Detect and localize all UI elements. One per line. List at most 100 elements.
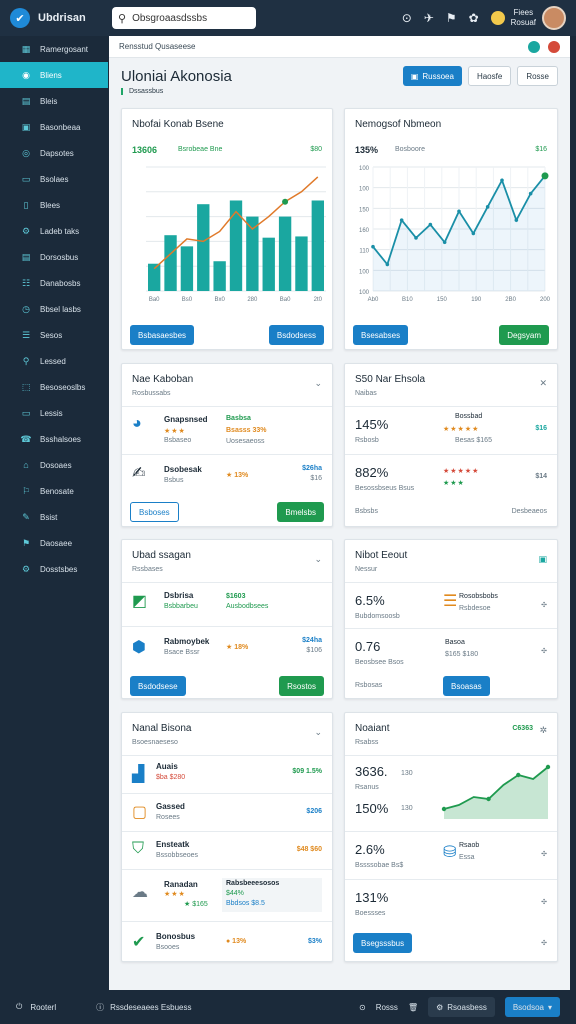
card4-left-link[interactable]: Bsbsbs xyxy=(355,508,378,515)
list-item[interactable]: 131% Boessses ✣ xyxy=(345,879,557,923)
check-circle-icon: ✔ xyxy=(132,934,146,951)
chevron-down-icon[interactable]: ⌄ xyxy=(314,378,322,389)
list-item[interactable]: ✔ Bonosbus Bsooes ● 13% $3% xyxy=(122,921,332,961)
sidebar-item-0[interactable]: ▦ Ramergosant xyxy=(0,36,108,62)
move-icon[interactable]: ✣ xyxy=(541,647,547,655)
box-icon: ⬢ xyxy=(132,639,146,656)
list-item[interactable]: ▟ Auais $ba $280 $09 1.5% xyxy=(122,755,332,793)
tab-overview[interactable]: Dssassbus xyxy=(121,88,163,95)
sidebar-item-13[interactable]: ⬚ Besoseoslbs xyxy=(0,374,108,400)
secondary-button[interactable]: Haosfe xyxy=(467,66,512,86)
card6-left-link[interactable]: Rsbosas xyxy=(355,682,382,689)
card1-left-button[interactable]: Bsbasaesbes xyxy=(130,325,195,345)
home-icon: ◉ xyxy=(22,69,30,80)
sidebar-item-3[interactable]: ▣ Basonbeaa xyxy=(0,114,108,140)
sidebar-item-4[interactable]: ◎ Dapsotes xyxy=(0,140,108,166)
data-point xyxy=(516,772,521,778)
sidebar-item-2[interactable]: ▤ Bleis xyxy=(0,88,108,114)
sidebar-item-1[interactable]: ◉ Bliens xyxy=(0,62,108,88)
puzzle-icon[interactable]: ⚑ xyxy=(446,11,457,25)
data-point xyxy=(428,222,433,227)
card4-right-link[interactable]: Desbeaeos xyxy=(512,508,547,515)
stat-card-8: Noaiant Rsabss C6363 ✲ 3636. 130 Rsanus … xyxy=(344,712,558,962)
data-point xyxy=(385,262,390,267)
sidebar-item-14[interactable]: ▭ Lessis xyxy=(0,400,108,426)
card2-right-button[interactable]: Degsyam xyxy=(499,325,549,345)
card5-right-button[interactable]: Rsostos xyxy=(279,676,324,696)
list-item[interactable]: ⬢ Rabmoybek Bsace Bssr ★ 18% $24ha $106 xyxy=(122,626,332,670)
chevron-down-icon[interactable]: ⌄ xyxy=(314,727,322,738)
card1-right-button[interactable]: Bsdodsess xyxy=(268,325,324,345)
pin-icon: ⚐ xyxy=(21,485,31,496)
user-block[interactable]: Fiees Rosuaf xyxy=(490,6,566,30)
move-icon[interactable]: ✣ xyxy=(541,939,547,947)
avatar[interactable] xyxy=(542,6,566,30)
app-title: Ubdrisan xyxy=(38,12,86,24)
sidebar-item-7[interactable]: ⚙ Ladeb taks xyxy=(0,218,108,244)
app-logo-icon[interactable]: ✔ xyxy=(10,8,30,28)
status-icon[interactable] xyxy=(528,40,540,53)
footer-mid[interactable]: Rssdeseaees Esbuess xyxy=(110,1003,191,1012)
search-input[interactable]: ⚲ Obsgroaasdssbs xyxy=(112,7,256,29)
alert-icon[interactable] xyxy=(548,40,560,53)
breadcrumb[interactable]: Rensstud Qusaseese xyxy=(119,42,196,51)
sidebar-item-16[interactable]: ⌂ Dosoaes xyxy=(0,452,108,478)
notification-icon[interactable] xyxy=(490,11,505,25)
footer-r3[interactable]: Bsodsoa ▾ xyxy=(504,997,560,1017)
pin-icon[interactable]: ✈ xyxy=(424,11,434,25)
card6-button[interactable]: Bsoasas xyxy=(443,676,490,696)
sidebar-item-10[interactable]: ◷ Bbsel lasbs xyxy=(0,296,108,322)
move-icon[interactable]: ✣ xyxy=(541,898,547,906)
list-item[interactable]: ☁ Ranadan ★★★ ★ $165 Rabsbeeesosos $44% … xyxy=(122,869,332,921)
list-item[interactable]: ◕ Gnapsnsed ★★★ Bsbaseo Basbsa Bsasss 33… xyxy=(122,406,332,454)
sidebar-item-19[interactable]: ⚑ Daosaee xyxy=(0,530,108,556)
sidebar-item-17[interactable]: ⚐ Benosate xyxy=(0,478,108,504)
sidebar-item-8[interactable]: ▤ Dorsosbus xyxy=(0,244,108,270)
sidebar-item-5[interactable]: ▭ Bsolaes xyxy=(0,166,108,192)
list-item[interactable]: 145% Rsbosb Bossbad ★★★★★ Besas $165 $16 xyxy=(345,406,557,454)
card3-left-button[interactable]: Bsboses xyxy=(130,502,179,522)
list-item[interactable]: 0.76 Beosbsee Bsos Basoa $165 $180 ✣ xyxy=(345,628,557,674)
sidebar-item-20[interactable]: ⚙ Dosstsbes xyxy=(0,556,108,582)
power-icon[interactable]: ⏻ xyxy=(16,1002,22,1012)
data-point xyxy=(442,240,447,245)
footer-r1[interactable]: Rosss xyxy=(376,1003,398,1012)
footer-r2[interactable]: ⚙ Rsoasbess xyxy=(428,997,495,1017)
tick-label: 2B0 xyxy=(505,297,516,303)
list-item[interactable]: ◩ Dsbrisa Bsbbarbeu $1603 Ausbodbsees xyxy=(122,582,332,626)
sidebar-item-label: Ramergosant xyxy=(40,44,89,54)
tertiary-button[interactable]: Rosse xyxy=(517,66,558,86)
settings-icon[interactable]: ✲ xyxy=(539,725,547,736)
sidebar-item-9[interactable]: ☷ Danabosbs xyxy=(0,270,108,296)
info-icon[interactable]: ⓘ xyxy=(96,1002,104,1013)
chevron-down-icon[interactable]: ⌄ xyxy=(314,554,322,565)
sidebar-item-15[interactable]: ☎ Bsshalsoes xyxy=(0,426,108,452)
trash-icon[interactable]: 🗑 xyxy=(408,1003,418,1012)
timer-icon[interactable]: ⊙ xyxy=(402,11,412,25)
move-icon[interactable]: ✣ xyxy=(541,850,547,858)
sidebar-item-12[interactable]: ⚲ Lessed xyxy=(0,348,108,374)
card3-right-button[interactable]: Bmelsbs xyxy=(277,502,324,522)
tray-icon: ▭ xyxy=(21,407,31,418)
list-item[interactable]: 2.6% Bssssobae Bs$ ⛁ Rsaob Essa ✣ xyxy=(345,831,557,879)
expand-icon[interactable]: ▣ xyxy=(538,554,547,565)
list-item[interactable]: ⛉ Ensteatk Bssobbseoes $48 $60 xyxy=(122,831,332,869)
list-item[interactable]: ▢ Gassed Rosees $206 xyxy=(122,793,332,831)
sidebar-item-6[interactable]: ▯ Blees xyxy=(0,192,108,218)
list-item[interactable]: 6.5% Bubdomsoosb ☰ Rosobsbobs Rsbdesoe ✣ xyxy=(345,582,557,628)
card5-left-button[interactable]: Bsdodsese xyxy=(130,676,186,696)
card8-button[interactable]: Bsegsssbus xyxy=(353,933,413,953)
list-item[interactable]: 882% Besossbseus Bsus ★★★★★ ★★★ $14 xyxy=(345,454,557,502)
tag-icon: ☰ xyxy=(21,329,31,340)
close-icon[interactable]: ✕ xyxy=(539,378,547,389)
footer-left[interactable]: Rooterl xyxy=(30,1003,56,1012)
bell-icon: ⚑ xyxy=(21,537,31,548)
card2-left-button[interactable]: Bsesabses xyxy=(353,325,409,345)
primary-button[interactable]: ▣ Russoea xyxy=(402,66,462,86)
move-icon[interactable]: ✣ xyxy=(541,601,547,609)
settings-icon[interactable]: ✿ xyxy=(469,11,479,25)
sidebar-item-11[interactable]: ☰ Sesos xyxy=(0,322,108,348)
list-item[interactable]: ✍ Dsobesak Bsbus ★ 13% $26ha $16 xyxy=(122,454,332,498)
help-icon[interactable]: ⊙ xyxy=(359,1003,366,1012)
sidebar-item-18[interactable]: ✎ Bsist xyxy=(0,504,108,530)
